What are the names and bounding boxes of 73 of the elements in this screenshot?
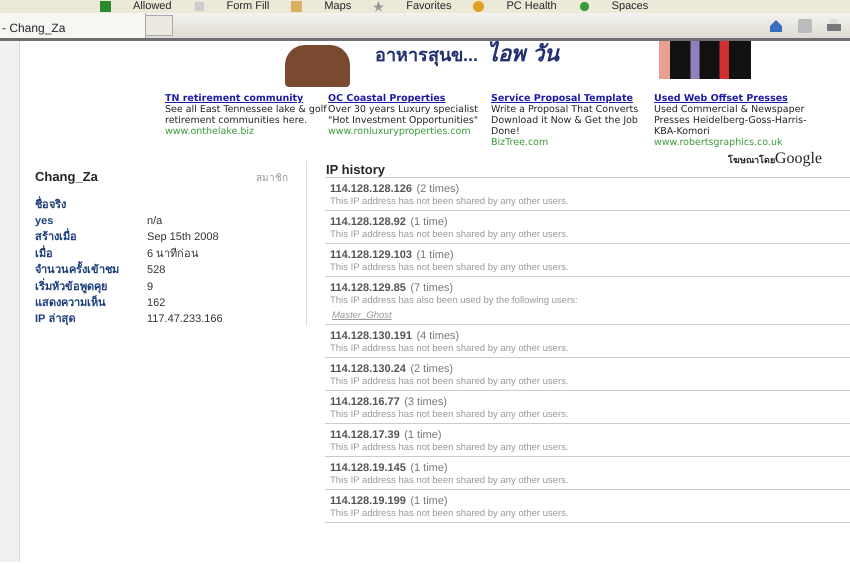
ad-title-link[interactable]: Used Web Offset Presses bbox=[654, 93, 788, 104]
field-label: จำนวนครั้งเข้าชม bbox=[35, 262, 147, 279]
ip-note: This IP address has not been shared by any other users. bbox=[330, 508, 570, 520]
field-value: 528 bbox=[147, 263, 166, 278]
field-value: 117.47.233.166 bbox=[147, 312, 224, 328]
field-label: เริ่มหัวข้อพูดคุย bbox=[35, 278, 147, 295]
toolbar-button[interactable]: Spaces bbox=[612, 0, 648, 13]
field-value: n/a bbox=[147, 214, 164, 229]
home-icon[interactable] bbox=[768, 18, 784, 34]
ip-address: 114.128.130.24 bbox=[330, 363, 406, 375]
field-value: 162 bbox=[147, 296, 166, 311]
banner-text: อาหารสุนข... ไอพ วัน bbox=[375, 40, 560, 68]
field-label: แสดงความเห็น bbox=[35, 294, 107, 311]
ad-title-link[interactable]: OC Coastal Properties bbox=[328, 93, 446, 104]
ad-url[interactable]: BizTree.com bbox=[491, 137, 654, 148]
star-icon[interactable] bbox=[373, 1, 384, 12]
ip-note: This IP address has not been shared by any other users. bbox=[330, 196, 570, 208]
ip-address: 114.128.128.126 bbox=[330, 183, 412, 195]
field-value: Sep 15th 2008 bbox=[147, 230, 220, 246]
browser-tab[interactable]: - Chang_Za bbox=[0, 13, 146, 38]
field-label: yes bbox=[35, 214, 54, 228]
warning-icon[interactable] bbox=[473, 1, 484, 12]
new-tab-button[interactable] bbox=[146, 15, 173, 36]
usage-count: (1 time) bbox=[410, 216, 448, 228]
ad-url[interactable]: www.ronluxuryproperties.com bbox=[328, 126, 491, 137]
toolbar-button[interactable]: Favorites bbox=[406, 0, 452, 13]
toolbar-button[interactable]: Allowed bbox=[133, 0, 172, 13]
ad-text: Over 30 years Luxury specialist "Hot Investment Opportunities" bbox=[328, 104, 480, 126]
ip-note: This IP address has not been shared by any other users. bbox=[330, 409, 570, 421]
usage-count: (2 times) bbox=[416, 183, 460, 195]
ip-note: This IP address has not been shared by any other users. bbox=[330, 475, 570, 487]
username: Chang_Za bbox=[35, 168, 98, 186]
ip-address: 114.128.128.92 bbox=[330, 216, 406, 228]
usage-count: (4 times) bbox=[416, 330, 460, 342]
toolbar-button[interactable]: Maps bbox=[324, 0, 352, 13]
ip-note: This IP address has not been shared by any other users. bbox=[330, 343, 570, 355]
ip-address: 114.128.19.199 bbox=[330, 495, 406, 507]
usage-count: (7 times) bbox=[410, 282, 454, 294]
ip-note: This IP address has also been used by the following users: bbox=[330, 295, 578, 307]
ip-note: This IP address has not been shared by any other users. bbox=[330, 229, 570, 241]
field-label: ชื่อจริง bbox=[35, 196, 147, 213]
ad-text: Used Commercial & Newspaper Presses Heidelberg-Goss-Harris-KBA-Komori bbox=[654, 104, 808, 137]
ad-url[interactable]: www.onthelake.biz bbox=[165, 126, 328, 137]
usage-count: (3 times) bbox=[404, 396, 447, 408]
ad-title-link[interactable]: Service Proposal Template bbox=[491, 93, 633, 104]
usage-count: (2 times) bbox=[410, 363, 454, 375]
usage-count: (1 time) bbox=[404, 429, 442, 441]
ip-note: This IP address has not been shared by any other users. bbox=[330, 442, 570, 454]
ad-title-link[interactable]: TN retirement community bbox=[165, 93, 304, 104]
ip-address: 114.128.17.39 bbox=[330, 429, 400, 441]
field-label: เมื่อ bbox=[35, 246, 147, 262]
field-label: IP ล่าสุด bbox=[35, 312, 76, 328]
field-label: สร้างเมื่อ bbox=[35, 229, 147, 246]
toolbar-button[interactable]: Form Fill bbox=[226, 0, 270, 13]
ip-address: 114.128.129.85 bbox=[330, 282, 406, 294]
ad-text: See all East Tennessee lake & golf retirement communities here. bbox=[165, 104, 328, 126]
printer-icon[interactable] bbox=[826, 18, 842, 34]
ip-address: 114.128.16.77 bbox=[330, 396, 400, 408]
usage-count: (1 time) bbox=[410, 495, 448, 507]
ad-url[interactable]: www.robertsgraphics.co.uk bbox=[654, 137, 817, 148]
ip-address: 114.128.19.145 bbox=[330, 462, 406, 474]
field-value: 6 นาทีก่อน bbox=[147, 246, 200, 262]
field-value: 9 bbox=[147, 280, 154, 295]
ip-address: 114.128.129.103 bbox=[330, 249, 412, 261]
ip-note: This IP address has not been shared by any other users. bbox=[330, 262, 570, 274]
usage-count: (1 time) bbox=[416, 249, 454, 261]
ip-address: 114.128.130.191 bbox=[330, 330, 412, 342]
toolbar-button[interactable]: PC Health bbox=[506, 0, 557, 13]
ad-text: Write a Proposal That Converts Download it Now & Get the Job Done! bbox=[491, 104, 640, 137]
usage-count: (1 time) bbox=[410, 462, 448, 474]
dogs-photo-placeholder bbox=[285, 45, 350, 87]
member-role: สมาชิก bbox=[256, 172, 288, 186]
ip-note: This IP address has not been shared by any other users. bbox=[330, 376, 570, 388]
